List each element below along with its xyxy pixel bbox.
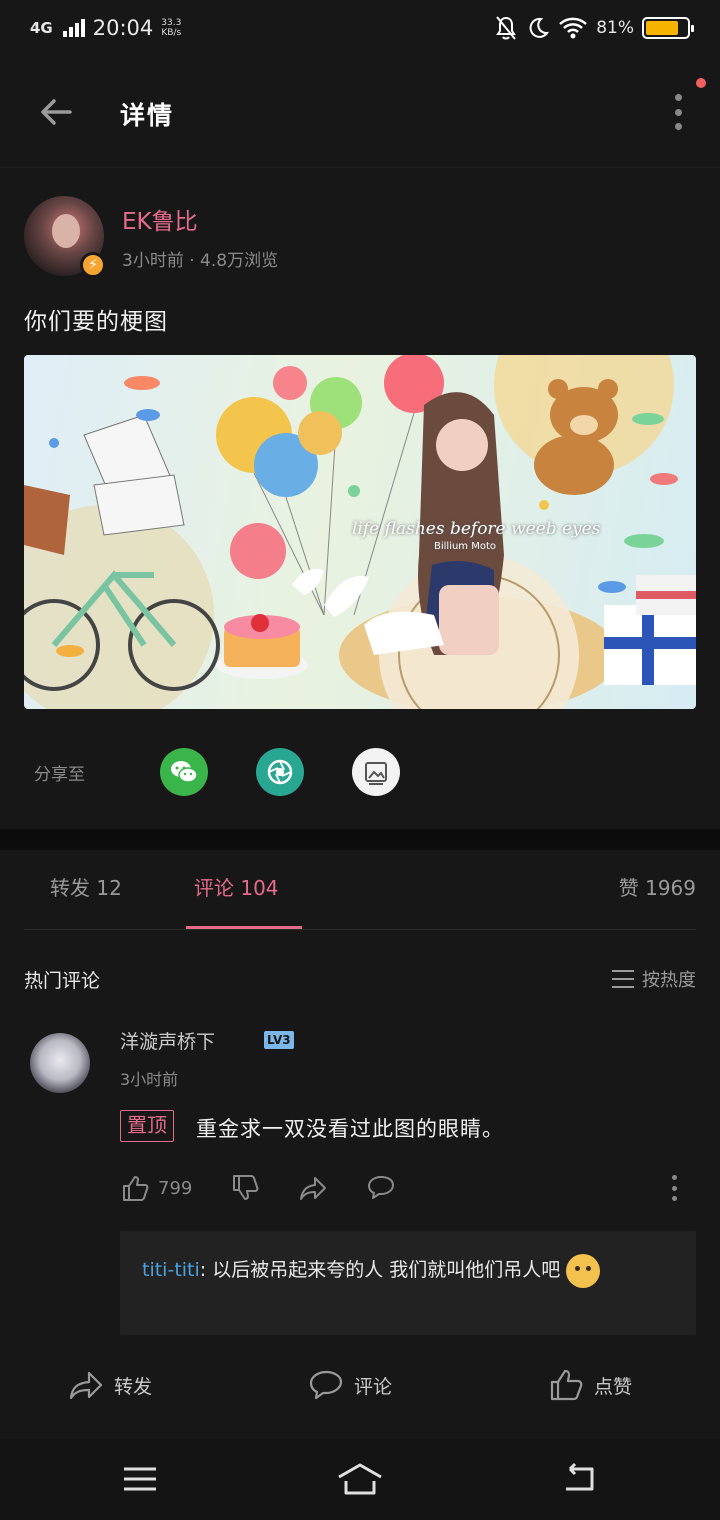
share-moments-button[interactable] — [256, 748, 304, 796]
like-thumb-icon — [550, 1369, 583, 1401]
image-caption: life flashes before weeb eyes — [352, 519, 601, 539]
comment-label: 评论 — [354, 1375, 393, 1398]
page-title: 详情 — [120, 101, 175, 130]
battery-percent: 81% — [596, 18, 634, 38]
system-nav-bar — [0, 1439, 720, 1520]
hot-comments-title: 热门评论 — [24, 970, 101, 992]
repost-arrow-icon — [69, 1371, 103, 1400]
comment-text: 重金求一双没看过此图的眼睛。 — [196, 1117, 504, 1141]
image-share-icon — [365, 762, 387, 785]
reply-colon: : — [199, 1259, 207, 1281]
battery-icon — [642, 17, 694, 39]
network-speed: 33.3 KB/s — [161, 18, 181, 38]
home-icon[interactable] — [336, 1459, 384, 1499]
comment-dislike-button[interactable] — [230, 1172, 260, 1204]
clock: 20:04 — [92, 16, 154, 40]
more-options-icon[interactable] — [674, 94, 682, 130]
menu-icon[interactable] — [120, 1459, 160, 1499]
tab-comments-label: 评论 — [194, 876, 234, 900]
back-arrow-icon[interactable] — [36, 92, 76, 132]
tab-likes-count: 1969 — [645, 876, 696, 900]
comment-bubble-icon — [309, 1370, 343, 1400]
tab-reposts-label: 转发 — [50, 876, 90, 900]
comment-like-button[interactable]: 799 — [120, 1172, 192, 1204]
comment-share-button[interactable] — [298, 1172, 328, 1204]
sort-label: 按热度 — [642, 970, 696, 991]
tab-comments-count: 104 — [240, 876, 279, 900]
comment-time: 3小时前 — [120, 1070, 179, 1089]
section-divider — [0, 829, 720, 850]
wechat-icon — [171, 761, 198, 783]
thumbs-up-icon — [123, 1176, 149, 1201]
speed-value: 33.3 — [161, 18, 182, 28]
repost-button[interactable]: 转发 — [68, 1367, 152, 1403]
share-image-button[interactable] — [352, 748, 400, 796]
author-name[interactable]: EK鲁比 — [122, 202, 198, 236]
tab-comments[interactable]: 评论 104 — [194, 872, 279, 901]
tab-likes[interactable]: 赞 1969 — [619, 872, 696, 901]
like-label: 点赞 — [594, 1375, 633, 1398]
tab-reposts[interactable]: 转发 12 — [50, 872, 122, 901]
comment-more-icon[interactable] — [672, 1175, 678, 1201]
author-avatar[interactable]: ⚡ — [24, 196, 106, 278]
share-arrow-icon — [300, 1177, 326, 1200]
post-text: 你们要的梗图 — [24, 309, 168, 335]
speed-unit: KB/s — [161, 28, 182, 38]
moon-icon — [529, 17, 550, 38]
tab-likes-label: 赞 — [618, 876, 639, 900]
thumbs-down-icon — [233, 1175, 259, 1200]
speech-bubble-icon — [368, 1176, 394, 1199]
notification-dot — [696, 78, 706, 88]
post-meta: 3小时前 · 4.8万浏览 — [122, 251, 279, 271]
reply-text: 以后被吊起来夸的人 我们就叫他们吊人吧 — [212, 1259, 561, 1281]
network-type: 4G — [30, 18, 53, 37]
bottom-action-bar: 转发 评论 点赞 — [0, 1335, 720, 1439]
reply-preview[interactable]: titi-titi: 以后被吊起来夸的人 我们就叫他们吊人吧 — [120, 1231, 696, 1335]
battery-fill — [646, 21, 679, 35]
share-wechat-button[interactable] — [160, 748, 208, 796]
image-subcaption: Billium Moto — [434, 541, 497, 552]
post-image[interactable]: life flashes before weeb eyes Billium Mo… — [24, 355, 696, 709]
lightning-badge-icon: ⚡ — [80, 252, 106, 278]
app-header: 详情 — [0, 56, 720, 168]
status-right: 81% — [494, 15, 694, 41]
like-button[interactable]: 点赞 — [548, 1367, 632, 1403]
share-label: 分享至 — [34, 765, 85, 785]
pinned-badge: 置顶 — [120, 1110, 174, 1142]
bell-off-icon — [496, 16, 517, 40]
status-bar: 4G 20:04 33.3 KB/s 81% — [0, 0, 720, 56]
comment-button[interactable]: 评论 — [308, 1367, 392, 1403]
reply-username[interactable]: titi-titi — [142, 1259, 200, 1281]
tabs-divider — [24, 929, 696, 930]
commenter-name[interactable]: 洋漩声桥下 — [120, 1027, 215, 1054]
moments-icon — [267, 759, 293, 785]
comment-reply-button[interactable] — [366, 1172, 396, 1204]
sort-button[interactable]: 按热度 — [612, 966, 696, 992]
commenter-avatar[interactable] — [30, 1033, 90, 1093]
repost-label: 转发 — [114, 1375, 153, 1398]
signal-icon — [62, 19, 85, 37]
sort-lines-icon — [612, 970, 634, 988]
wifi-icon — [559, 17, 588, 39]
tab-reposts-count: 12 — [96, 876, 122, 900]
level-badge: LV3 — [264, 1031, 294, 1049]
comment-like-count: 799 — [158, 1177, 193, 1199]
avatar-face — [52, 214, 80, 248]
doge-emoji-icon — [566, 1253, 601, 1288]
status-left: 4G 20:04 33.3 KB/s — [30, 16, 181, 40]
return-icon[interactable] — [560, 1459, 600, 1499]
